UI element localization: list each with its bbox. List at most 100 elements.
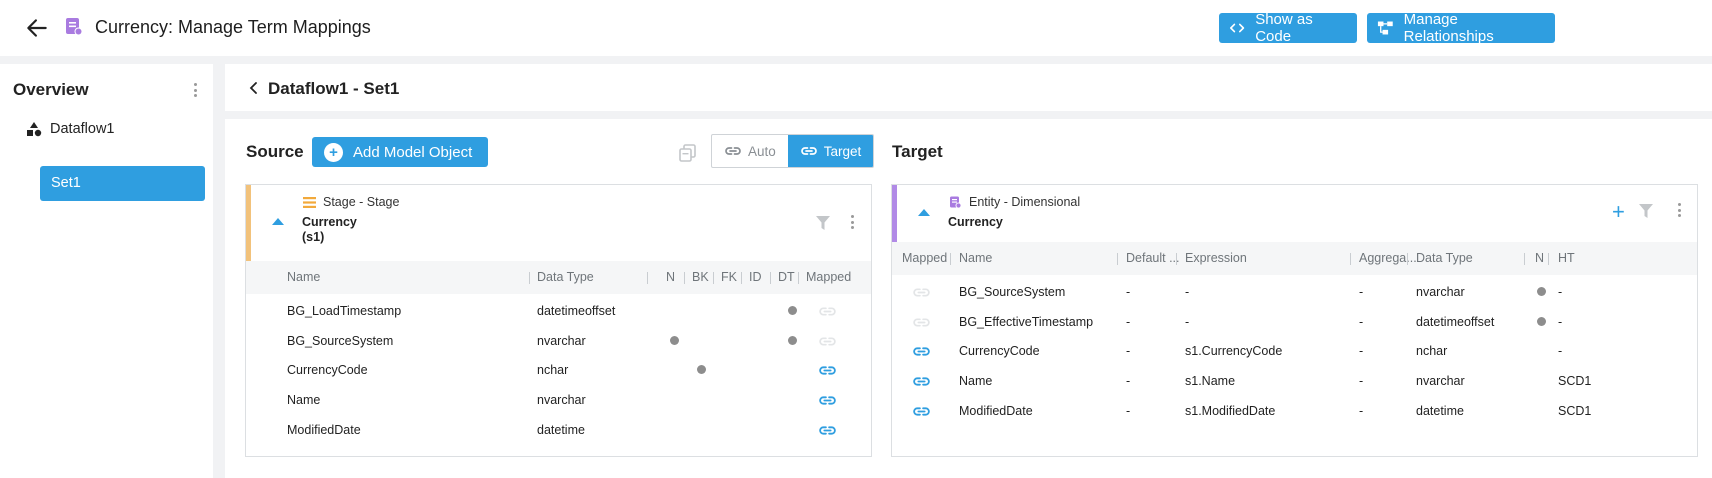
shapes-icon	[27, 122, 42, 137]
field-aggregate: -	[1359, 344, 1364, 358]
link-icon[interactable]	[912, 342, 931, 361]
table-row[interactable]: CurrencyCode nchar	[246, 355, 871, 385]
field-type: nvarchar	[537, 393, 586, 407]
field-ht: -	[1558, 285, 1563, 299]
col-header: Data Type	[1416, 251, 1473, 265]
code-icon	[1229, 23, 1245, 33]
field-expression: s1.ModifiedDate	[1185, 404, 1276, 418]
breadcrumb: Dataflow1 - Set1	[225, 64, 1712, 111]
table-row[interactable]: BG_EffectiveTimestamp - - - datetimeoffs…	[892, 307, 1697, 337]
add-model-object-button[interactable]: + Add Model Object	[312, 137, 488, 167]
table-row[interactable]: Name nvarchar	[246, 385, 871, 415]
field-aggregate: -	[1359, 374, 1364, 388]
field-default: -	[1126, 285, 1131, 299]
col-header: Name	[959, 251, 993, 265]
arrow-left-icon[interactable]	[24, 15, 50, 41]
target-object-name: Currency	[948, 215, 1003, 229]
n-flag-dot	[1537, 287, 1546, 296]
link-icon[interactable]	[912, 313, 931, 332]
field-aggregate: -	[1359, 404, 1364, 418]
manage-relationships-label: Manage Relationships	[1403, 11, 1494, 45]
field-ht: SCD1	[1558, 404, 1592, 418]
overview-more-icon[interactable]	[193, 83, 197, 97]
bk-flag-dot	[697, 365, 706, 374]
col-header: Expression	[1185, 251, 1247, 265]
table-row[interactable]: BG_SourceSystem nvarchar	[246, 326, 871, 356]
col-header: Name	[287, 270, 321, 284]
table-row[interactable]: CurrencyCode - s1.CurrencyCode - nchar -	[892, 336, 1697, 366]
copy-icon[interactable]	[678, 143, 698, 163]
field-name: CurrencyCode	[959, 344, 1040, 358]
dt-flag-dot	[788, 306, 797, 315]
show-as-code-button[interactable]: Show as Code	[1219, 11, 1357, 45]
link-icon[interactable]	[912, 372, 931, 391]
page-title: Currency: Manage Term Mappings	[95, 17, 371, 37]
tree-item-set1[interactable]: Set1	[40, 166, 205, 201]
toggle-target[interactable]: Target	[787, 135, 874, 167]
source-object-name: Currency	[302, 215, 357, 229]
app-header: Currency: Manage Term Mappings Show as C…	[0, 0, 1712, 56]
tree-item-label: Dataflow1	[50, 121, 115, 137]
field-type: nchar	[537, 363, 569, 377]
link-icon[interactable]	[818, 302, 837, 321]
field-aggregate: -	[1359, 285, 1364, 299]
source-card-more-icon[interactable]	[850, 215, 854, 229]
link-icon[interactable]	[912, 283, 931, 302]
stage-icon	[303, 196, 316, 208]
target-type-label: Entity - Dimensional	[969, 195, 1081, 209]
filter-icon[interactable]	[815, 215, 831, 231]
field-ht: -	[1558, 315, 1563, 329]
toggle-auto[interactable]: Auto	[712, 135, 788, 167]
table-row[interactable]: ModifiedDate datetime	[246, 415, 871, 445]
dt-flag-dot	[788, 336, 797, 345]
mapping-mode-toggle: Auto Target	[711, 134, 875, 168]
entity-icon	[950, 196, 962, 208]
n-flag-dot	[670, 336, 679, 345]
link-icon[interactable]	[818, 421, 837, 440]
col-header: N	[666, 270, 676, 284]
col-header: Default ...	[1126, 251, 1180, 265]
col-header: Aggrega...	[1359, 251, 1417, 265]
link-icon[interactable]	[818, 361, 837, 380]
plus-circle-icon: +	[324, 142, 343, 162]
field-default: -	[1126, 315, 1131, 329]
filter-icon[interactable]	[1638, 203, 1654, 219]
field-expression: s1.Name	[1185, 374, 1236, 388]
target-title: Target	[892, 142, 943, 161]
stage-stripe	[246, 185, 251, 262]
col-header: HT	[1558, 251, 1575, 265]
target-type: Entity - Dimensional	[949, 195, 1080, 209]
field-name: CurrencyCode	[287, 363, 368, 377]
tree-item-dataflow1[interactable]: Dataflow1	[26, 121, 114, 137]
collapse-icon[interactable]	[918, 209, 930, 216]
link-icon[interactable]	[818, 391, 837, 410]
link-icon[interactable]	[912, 402, 931, 421]
collapse-icon[interactable]	[272, 218, 284, 225]
link-icon	[801, 147, 817, 155]
table-row[interactable]: Name - s1.Name - nvarchar SCD1	[892, 366, 1697, 396]
table-row[interactable]: BG_SourceSystem - - - nvarchar -	[892, 277, 1697, 307]
field-name: BG_SourceSystem	[287, 334, 394, 348]
overview-title: Overview	[13, 80, 89, 99]
field-ht: SCD1	[1558, 374, 1592, 388]
breadcrumb-text: Dataflow1 - Set1	[268, 79, 400, 98]
field-type: datetime	[1416, 404, 1464, 418]
table-row[interactable]: ModifiedDate - s1.ModifiedDate - datetim…	[892, 396, 1697, 426]
field-type: nvarchar	[537, 334, 586, 348]
field-ht: -	[1558, 344, 1563, 358]
field-default: -	[1126, 374, 1131, 388]
manage-relationships-button[interactable]: Manage Relationships	[1367, 11, 1555, 45]
col-header: Data Type	[537, 270, 594, 284]
link-icon[interactable]	[818, 332, 837, 351]
field-type: datetimeoffset	[1416, 315, 1495, 329]
target-card-more-icon[interactable]	[1677, 203, 1681, 217]
entity-icon	[66, 18, 83, 36]
source-title: Source	[246, 142, 304, 161]
toggle-target-label: Target	[823, 143, 862, 159]
overview-sidebar: Overview Dataflow1	[0, 64, 213, 478]
chevron-left-icon[interactable]	[247, 81, 261, 95]
table-row[interactable]: BG_LoadTimestamp datetimeoffset	[246, 296, 871, 326]
add-attribute-icon[interactable]: +	[1612, 201, 1625, 223]
col-header: Mapped	[902, 251, 948, 265]
toggle-auto-label: Auto	[748, 143, 776, 159]
